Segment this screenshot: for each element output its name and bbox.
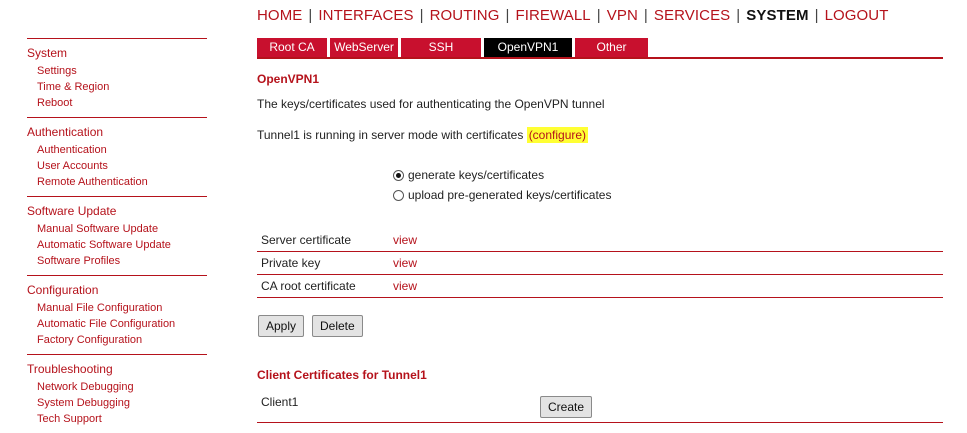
nav-home[interactable]: HOME: [257, 7, 302, 24]
nav-routing[interactable]: ROUTING: [430, 7, 500, 24]
sidebar-section-authentication: Authentication Authentication User Accou…: [27, 117, 207, 196]
certificates-table: Server certificate view Private key view…: [257, 229, 943, 298]
table-row: CA root certificate view: [257, 275, 943, 298]
sidebar-item-user-accounts[interactable]: User Accounts: [27, 158, 207, 174]
top-navigation: HOME | INTERFACES | ROUTING | FIREWALL | VPN | SER…: [257, 7, 889, 24]
nav-separator: |: [419, 7, 424, 24]
client-name: Client1: [261, 395, 299, 409]
nav-logout[interactable]: LOGOUT: [825, 7, 889, 24]
tab-ssh[interactable]: SSH: [401, 38, 481, 57]
view-private-key-link[interactable]: view: [393, 256, 417, 270]
sidebar-section-configuration: Configuration Manual File Configuration …: [27, 275, 207, 354]
tunnel-status: Tunnel1 is running in server mode with c…: [257, 127, 589, 143]
sidebar-item-software-profiles[interactable]: Software Profiles: [27, 253, 207, 269]
sidebar-item-authentication[interactable]: Authentication: [27, 142, 207, 158]
sidebar-item-settings[interactable]: Settings: [27, 63, 207, 79]
nav-vpn[interactable]: VPN: [607, 7, 638, 24]
sidebar-item-manual-file-configuration[interactable]: Manual File Configuration: [27, 300, 207, 316]
nav-separator: |: [814, 7, 819, 24]
radio-upload-label: upload pre-generated keys/certificates: [408, 188, 612, 202]
radio-generate[interactable]: [393, 169, 404, 181]
table-row: Server certificate view: [257, 229, 943, 252]
radio-generate-row[interactable]: generate keys/certificates: [393, 168, 544, 182]
sidebar-item-factory-configuration[interactable]: Factory Configuration: [27, 332, 207, 348]
sidebar-title-configuration[interactable]: Configuration: [27, 282, 207, 298]
sidebar-title-troubleshooting[interactable]: Troubleshooting: [27, 361, 207, 377]
sidebar-section-system: System Settings Time & Region Reboot: [27, 38, 207, 117]
nav-separator: |: [643, 7, 648, 24]
sidebar-item-reboot[interactable]: Reboot: [27, 95, 207, 111]
nav-separator: |: [505, 7, 510, 24]
sidebar-section-software-update: Software Update Manual Software Update A…: [27, 196, 207, 275]
radio-upload-row[interactable]: upload pre-generated keys/certificates: [393, 188, 611, 202]
tab-other[interactable]: Other: [575, 38, 648, 57]
sidebar-title-system[interactable]: System: [27, 45, 207, 61]
view-server-certificate-link[interactable]: view: [393, 233, 417, 247]
sidebar-section-troubleshooting: Troubleshooting Network Debugging System…: [27, 354, 207, 433]
tab-underline: [257, 57, 943, 59]
client-certificates-title: Client Certificates for Tunnel1: [257, 368, 427, 382]
create-button[interactable]: Create: [540, 396, 593, 418]
tab-webserver[interactable]: WebServer: [330, 38, 398, 57]
sidebar-title-authentication[interactable]: Authentication: [27, 124, 207, 140]
radio-generate-label: generate keys/certificates: [408, 168, 545, 182]
nav-separator: |: [596, 7, 601, 24]
nav-separator: |: [308, 7, 313, 24]
sidebar-title-software-update[interactable]: Software Update: [27, 203, 207, 219]
tab-openvpn1[interactable]: OpenVPN1: [484, 38, 572, 57]
section-title: OpenVPN1: [257, 72, 320, 86]
sidebar-item-network-debugging[interactable]: Network Debugging: [27, 379, 207, 395]
nav-services[interactable]: SERVICES: [654, 7, 730, 24]
cert-label-private-key: Private key: [261, 256, 321, 270]
sidebar-item-time-region[interactable]: Time & Region: [27, 79, 207, 95]
sidebar-item-remote-authentication[interactable]: Remote Authentication: [27, 174, 207, 190]
view-ca-root-certificate-link[interactable]: view: [393, 279, 417, 293]
sidebar-item-system-debugging[interactable]: System Debugging: [27, 395, 207, 411]
cert-label-server: Server certificate: [261, 233, 352, 247]
certificate-tabs: Root CA WebServer SSH OpenVPN1 Other: [257, 38, 651, 57]
tab-root-ca[interactable]: Root CA: [257, 38, 327, 57]
sidebar-item-automatic-file-configuration[interactable]: Automatic File Configuration: [27, 316, 207, 332]
delete-button[interactable]: Delete: [312, 315, 363, 337]
sidebar-item-manual-software-update[interactable]: Manual Software Update: [27, 221, 207, 237]
nav-separator: |: [736, 7, 741, 24]
radio-upload[interactable]: [393, 189, 404, 201]
cert-label-ca-root: CA root certificate: [261, 279, 356, 293]
nav-firewall[interactable]: FIREWALL: [515, 7, 590, 24]
configure-link[interactable]: (configure): [526, 127, 589, 143]
section-description: The keys/certificates used for authentic…: [257, 97, 605, 111]
table-row: Private key view: [257, 252, 943, 275]
sidebar: System Settings Time & Region Reboot Aut…: [27, 38, 207, 433]
nav-system[interactable]: SYSTEM: [746, 7, 808, 24]
tunnel-status-text: Tunnel1 is running in server mode with c…: [257, 128, 527, 142]
list-item: Client1: [257, 390, 943, 423]
apply-button[interactable]: Apply: [258, 315, 305, 337]
nav-interfaces[interactable]: INTERFACES: [318, 7, 413, 24]
sidebar-item-automatic-software-update[interactable]: Automatic Software Update: [27, 237, 207, 253]
sidebar-item-tech-support[interactable]: Tech Support: [27, 411, 207, 427]
